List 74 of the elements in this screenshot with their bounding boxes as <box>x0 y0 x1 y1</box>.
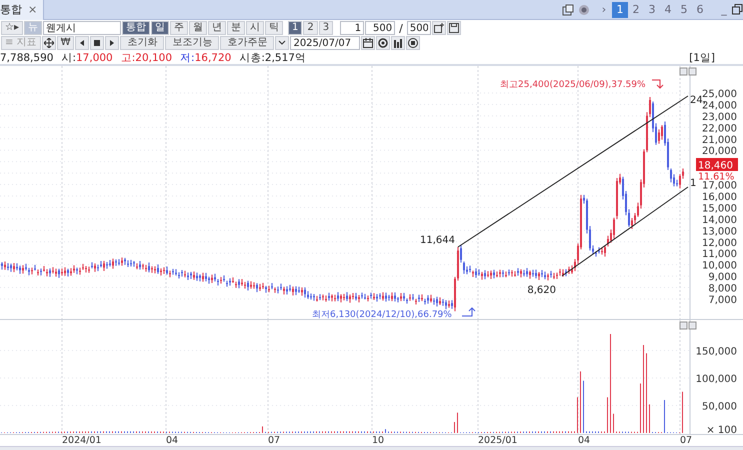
quote-text: 저: <box>180 50 195 64</box>
axis-label: 12,000 <box>702 238 737 249</box>
period-tab[interactable]: 분 <box>226 21 245 35</box>
axis-label: 22,000 <box>702 123 737 134</box>
period-tab[interactable]: 틱 <box>264 21 283 35</box>
currency-button[interactable]: ₩ <box>56 36 74 50</box>
axis-label: 10,000 <box>702 260 737 272</box>
unit-tab[interactable]: 1 <box>288 21 302 35</box>
quote-text: 20,100 <box>135 52 172 64</box>
axis-label: 23,000 <box>702 112 737 123</box>
total-field[interactable]: 500 <box>406 21 431 35</box>
toolbar-button[interactable]: 호가주문 <box>220 36 274 50</box>
period-label: [1일] <box>689 50 715 64</box>
axis-label: 07 <box>680 435 692 446</box>
axis-label: 04 <box>166 435 178 446</box>
axis-label: 14,000 <box>702 214 737 226</box>
axis-label: 2024/01 <box>62 435 102 446</box>
volume-text: 7,788,590 <box>0 52 54 64</box>
period-tab[interactable]: 시 <box>246 21 264 35</box>
page-tab[interactable]: 2 <box>628 2 644 18</box>
axis-label: 7,000 <box>708 295 737 306</box>
axis-label: 21,000 <box>702 134 737 146</box>
axis-label: 100,000 <box>696 374 737 385</box>
axis-label: 11,000 <box>702 249 737 260</box>
axis-label: 8,000 <box>708 284 737 295</box>
low-annotation: 최저6,130(2024/12/10),66.79% <box>312 310 452 319</box>
separator-text: / <box>399 22 403 34</box>
quote-text: 16,720 <box>194 52 232 64</box>
period-tab[interactable]: 주 <box>170 21 188 35</box>
unit-label: × 100 <box>706 425 737 434</box>
trend-label: 1 <box>690 178 696 189</box>
axis-label: 17,000 <box>702 180 737 192</box>
merge-button[interactable]: 통합 <box>122 21 150 35</box>
axis-label: 07 <box>268 435 280 446</box>
quote-text: 시총: <box>239 50 265 64</box>
unit-tab[interactable]: 3 <box>318 21 334 35</box>
axis-label: 150,000 <box>696 346 737 358</box>
trend-label: 8,620 <box>527 285 556 296</box>
trend-label: 11,644 <box>420 235 455 246</box>
quote-text: 시: <box>61 50 76 64</box>
period-tab[interactable]: 년 <box>208 21 226 35</box>
count-field[interactable]: 500 <box>365 21 396 35</box>
period-tab[interactable]: 월 <box>188 21 207 35</box>
axis-label: 15,000 <box>702 203 737 214</box>
high-annotation: 최고25,400(2025/06/09),37.59% <box>500 80 646 90</box>
quote-text: 2,517억 <box>264 50 306 64</box>
unit-tab[interactable]: 2 <box>303 21 318 35</box>
next-button[interactable]: › <box>596 2 612 18</box>
page-tab[interactable]: 5 <box>676 2 692 18</box>
quote-text: 17,000 <box>76 52 113 64</box>
axis-label: 9,000 <box>708 272 737 284</box>
toolbar-button[interactable]: 보조기능 <box>165 36 220 50</box>
axis-label: 10 <box>372 435 384 446</box>
minimize-button[interactable]: _ <box>716 2 732 18</box>
chart-tab[interactable]: 통합 × <box>0 0 44 20</box>
axis-label: 04 <box>578 435 590 446</box>
axis-label: 16,000 <box>702 192 737 203</box>
axis-label: 2025/01 <box>478 435 518 446</box>
page-tab[interactable]: 4 <box>660 2 676 18</box>
axis-label: 50,000 <box>702 402 737 412</box>
date-field[interactable]: 2025/07/07 <box>290 36 360 50</box>
current-price-tag: 18,460 <box>696 158 738 172</box>
period-tab[interactable]: 일 <box>150 21 169 35</box>
quote-text: 고: <box>120 50 136 64</box>
toolbar-button[interactable]: 초기화 <box>120 36 164 50</box>
interval-field[interactable]: 1 <box>340 21 364 35</box>
page-tab[interactable]: 3 <box>644 2 660 18</box>
stock-name-field[interactable]: 웬게시 <box>42 21 121 35</box>
favorite-button[interactable]: ☆▸ <box>1 21 23 35</box>
page-tab[interactable]: 1 <box>612 2 628 18</box>
change-rate: 11.61% <box>698 172 734 182</box>
axis-label: 20,000 <box>702 146 737 158</box>
page-tab[interactable]: 6 <box>692 2 708 18</box>
axis-label: 13,000 <box>702 226 737 238</box>
